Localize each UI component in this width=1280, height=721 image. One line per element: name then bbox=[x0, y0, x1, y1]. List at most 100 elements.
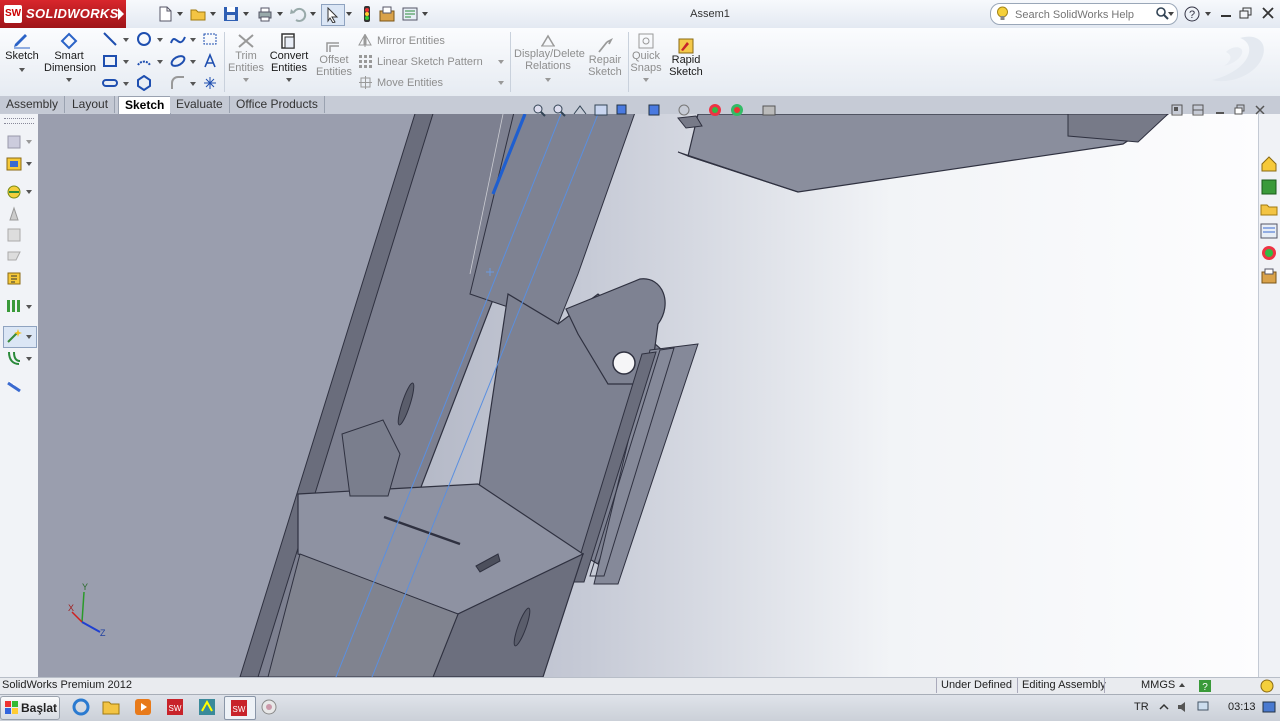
network-icon[interactable] bbox=[1196, 700, 1210, 714]
display-delete-relations-button[interactable]: Display/Delete Relations bbox=[514, 32, 585, 92]
solidworks-explorer-icon[interactable] bbox=[196, 697, 218, 717]
arc-dropdown-arrow[interactable] bbox=[157, 60, 163, 64]
view-settings-icon[interactable] bbox=[761, 102, 777, 118]
select-dropdown-arrow[interactable] bbox=[346, 12, 352, 16]
search-dropdown-arrow[interactable] bbox=[1168, 12, 1174, 16]
tab-office-products[interactable]: Office Products bbox=[230, 96, 325, 113]
tab-sketch[interactable]: Sketch bbox=[118, 96, 172, 114]
smart-fasteners-icon[interactable] bbox=[6, 206, 22, 222]
status-rebuild-icon[interactable] bbox=[1260, 679, 1274, 693]
quick-snaps-button[interactable]: Quick Snaps bbox=[629, 32, 663, 92]
rectangle-dropdown-arrow[interactable] bbox=[123, 60, 129, 64]
clock[interactable]: 03:13 bbox=[1228, 701, 1256, 713]
rectangle-icon[interactable] bbox=[102, 53, 118, 69]
move-entities-button[interactable]: Move Entities bbox=[356, 75, 506, 91]
measure-icon[interactable] bbox=[6, 378, 22, 394]
show-hidden-icons-icon[interactable] bbox=[1158, 701, 1170, 713]
display-style-icon[interactable] bbox=[646, 102, 662, 118]
restore-icon[interactable] bbox=[1238, 6, 1254, 20]
tab-layout[interactable]: Layout bbox=[66, 96, 116, 113]
sketch-button[interactable]: Sketch bbox=[4, 32, 40, 92]
spline-icon[interactable] bbox=[170, 31, 186, 47]
help-search-input[interactable] bbox=[1013, 6, 1157, 23]
slot-icon[interactable] bbox=[102, 75, 118, 91]
trim-dropdown-arrow[interactable] bbox=[243, 78, 249, 82]
mate-dropdown-arrow[interactable] bbox=[26, 162, 32, 166]
print-icon[interactable] bbox=[256, 5, 274, 23]
new-dropdown-arrow[interactable] bbox=[177, 12, 183, 16]
utility-app-icon[interactable] bbox=[258, 697, 280, 717]
offset-entities-button[interactable]: Offset Entities bbox=[314, 40, 354, 80]
edit-appearance-icon[interactable] bbox=[707, 102, 723, 118]
fillet-icon[interactable] bbox=[170, 75, 186, 91]
explorer-folder-icon[interactable] bbox=[100, 697, 122, 717]
viewport-minimize-icon[interactable] bbox=[1214, 104, 1226, 116]
custom-properties-icon[interactable] bbox=[1259, 266, 1279, 286]
smart-dimension-button[interactable]: Smart Dimension bbox=[44, 32, 96, 92]
ellipse-dropdown-arrow[interactable] bbox=[190, 60, 196, 64]
tab-evaluate[interactable]: Evaluate bbox=[170, 96, 230, 113]
show-desktop-icon[interactable] bbox=[1262, 700, 1276, 714]
internet-explorer-icon[interactable] bbox=[70, 697, 92, 717]
convert-dropdown-arrow[interactable] bbox=[286, 78, 292, 82]
view-palette-icon[interactable] bbox=[1259, 221, 1279, 241]
linear-component-pattern-icon[interactable] bbox=[6, 298, 22, 314]
save-dropdown-arrow[interactable] bbox=[243, 12, 249, 16]
options-dropdown-arrow[interactable] bbox=[422, 12, 428, 16]
slot-dropdown-arrow[interactable] bbox=[123, 82, 129, 86]
active-task-button[interactable]: SW bbox=[224, 696, 256, 720]
close-icon[interactable] bbox=[1260, 6, 1276, 20]
smart-dimension-dropdown-arrow[interactable] bbox=[66, 78, 72, 82]
relations-dropdown-arrow[interactable] bbox=[545, 78, 551, 82]
spline-dropdown-arrow[interactable] bbox=[190, 38, 196, 42]
arc-icon[interactable] bbox=[136, 53, 152, 69]
print-dropdown-arrow[interactable] bbox=[277, 12, 283, 16]
viewport-tile-icon[interactable] bbox=[1171, 104, 1183, 116]
view-orientation-icon[interactable] bbox=[614, 102, 630, 118]
move-dropdown-arrow[interactable] bbox=[498, 81, 504, 85]
previous-view-icon[interactable] bbox=[572, 102, 588, 118]
circle-icon[interactable] bbox=[136, 31, 152, 47]
help-dropdown-arrow[interactable] bbox=[1205, 12, 1211, 16]
polygon-icon[interactable] bbox=[136, 75, 152, 91]
convert-entities-button[interactable]: Convert Entities bbox=[266, 32, 312, 92]
save-disk-icon[interactable] bbox=[222, 5, 240, 23]
undo-dropdown-arrow[interactable] bbox=[310, 12, 316, 16]
sketch-dropdown-arrow[interactable] bbox=[19, 68, 25, 72]
hide-show-items-icon[interactable] bbox=[676, 102, 692, 118]
quick-snaps-dropdown-arrow[interactable] bbox=[643, 78, 649, 82]
zoom-to-fit-icon[interactable] bbox=[531, 102, 547, 118]
options-icon[interactable] bbox=[401, 5, 419, 23]
rebuild-traffic-light-icon[interactable] bbox=[358, 5, 376, 23]
open-dropdown-arrow[interactable] bbox=[210, 12, 216, 16]
graphics-area[interactable]: Y X Z bbox=[38, 114, 1258, 677]
fillet-dropdown-arrow[interactable] bbox=[190, 82, 196, 86]
assembly-features-icon[interactable] bbox=[6, 227, 22, 243]
repair-sketch-button[interactable]: Repair Sketch bbox=[585, 38, 625, 82]
point-icon[interactable] bbox=[202, 75, 218, 91]
move-component-icon[interactable] bbox=[6, 184, 22, 200]
line-dropdown-arrow[interactable] bbox=[123, 38, 129, 42]
volume-icon[interactable] bbox=[1176, 700, 1190, 714]
undo-icon[interactable] bbox=[289, 5, 307, 23]
ellipse-icon[interactable] bbox=[170, 53, 186, 69]
mate-icon[interactable] bbox=[6, 156, 22, 172]
zoom-to-area-icon[interactable] bbox=[551, 102, 567, 118]
appearances-icon[interactable] bbox=[1259, 243, 1279, 263]
file-explorer-icon[interactable] bbox=[1259, 199, 1279, 219]
design-library-icon[interactable] bbox=[1259, 177, 1279, 197]
reference-geometry-icon[interactable] bbox=[6, 248, 22, 264]
media-player-icon[interactable] bbox=[132, 697, 154, 717]
plane-icon[interactable] bbox=[202, 31, 218, 47]
status-help-icon[interactable]: ? bbox=[1198, 679, 1212, 693]
tab-assembly[interactable]: Assembly bbox=[0, 96, 66, 113]
circle-dropdown-arrow[interactable] bbox=[157, 38, 163, 42]
component-dropdown-arrow[interactable] bbox=[26, 140, 32, 144]
minimize-icon[interactable] bbox=[1218, 6, 1234, 20]
new-document-icon[interactable] bbox=[156, 5, 174, 23]
file-properties-icon[interactable] bbox=[378, 5, 396, 23]
viewport-restore-icon[interactable] bbox=[1234, 104, 1246, 116]
curve-tool-icon[interactable] bbox=[6, 350, 22, 366]
help-search-box[interactable] bbox=[990, 3, 1178, 25]
curve-dropdown-arrow[interactable] bbox=[26, 357, 32, 361]
